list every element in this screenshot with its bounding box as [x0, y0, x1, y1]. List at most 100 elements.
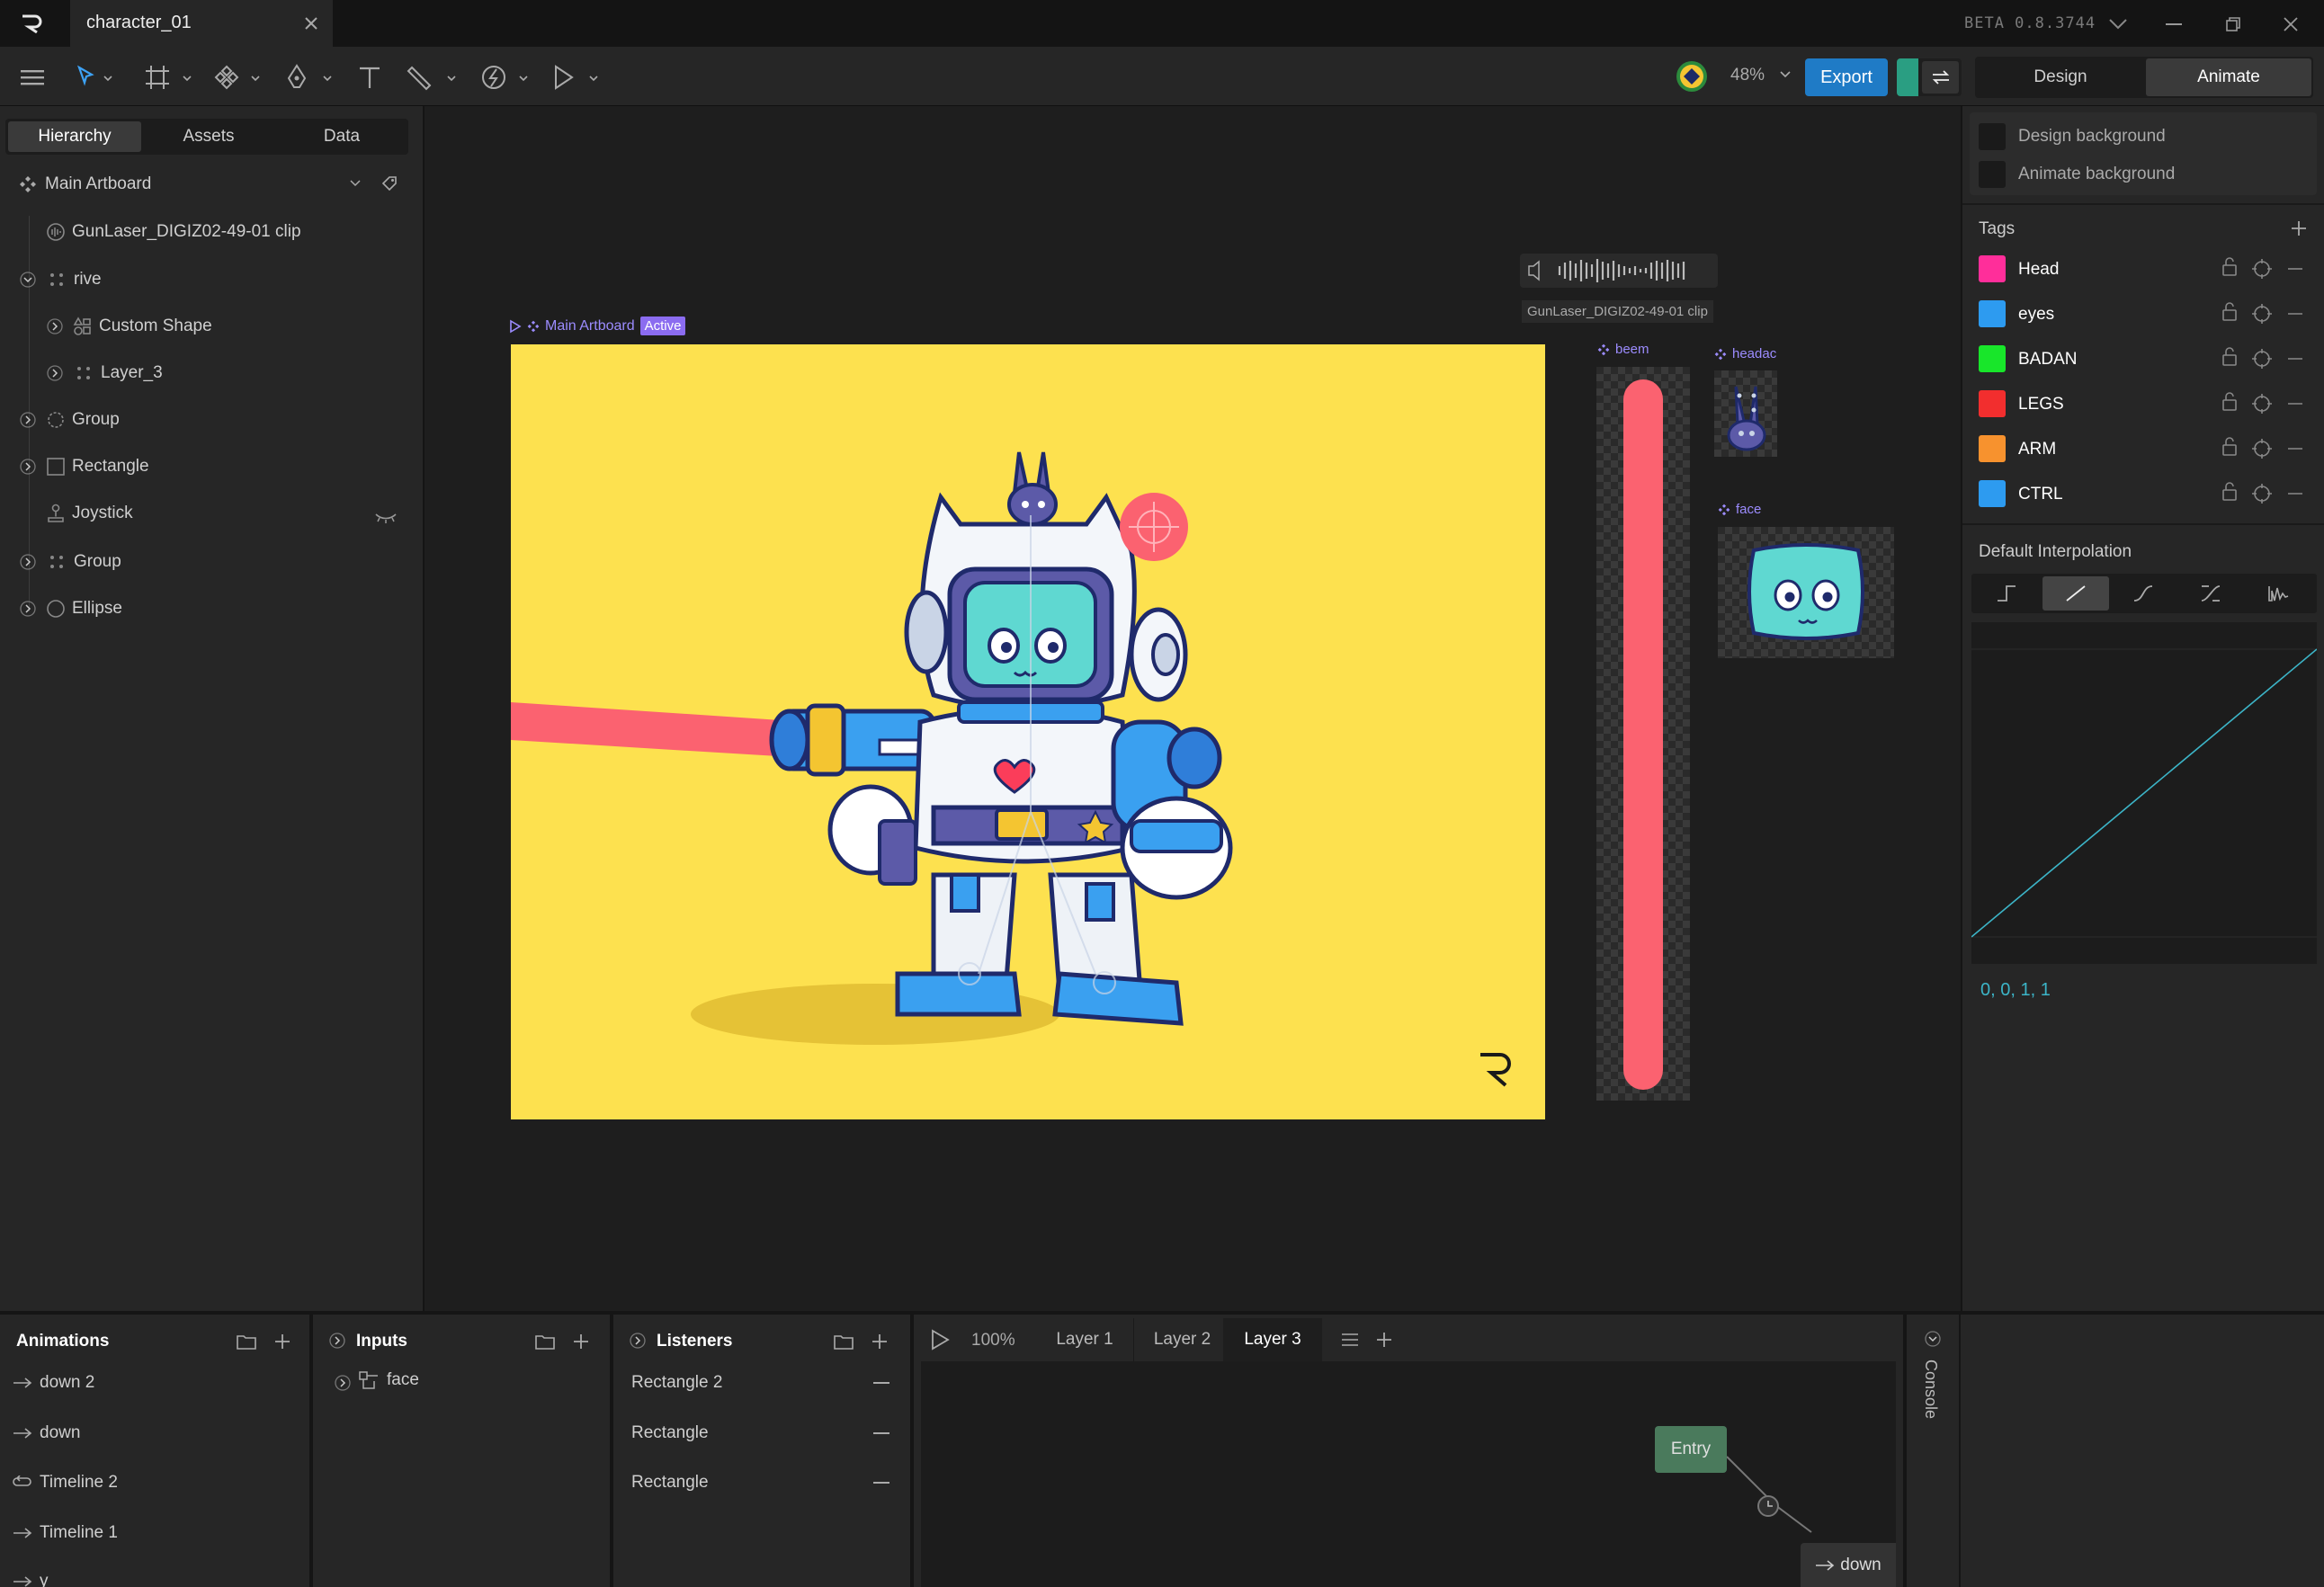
beem-artboard-label[interactable]: beem [1597, 342, 1649, 357]
constraint-tool-icon[interactable] [480, 63, 534, 92]
console-toggle-icon[interactable] [1923, 1329, 1943, 1349]
folder-icon[interactable] [831, 1331, 856, 1352]
tag-name[interactable]: ARM [2018, 440, 2056, 459]
play-state-machine-icon[interactable] [926, 1327, 953, 1352]
tag-name[interactable]: Head [2018, 260, 2059, 280]
listener-item[interactable]: Rectangle [631, 1473, 709, 1493]
tree-item-custom-shape[interactable]: Custom Shape [72, 313, 212, 340]
tag-name[interactable]: CTRL [2018, 485, 2063, 504]
tree-item-layer-3[interactable]: Layer_3 [74, 360, 163, 387]
layer-tab[interactable]: Layer 1 [1036, 1318, 1133, 1361]
state-graph[interactable]: Entry down [921, 1361, 1896, 1587]
tag-name[interactable]: LEGS [2018, 395, 2064, 415]
tag-color-swatch[interactable] [1979, 390, 2006, 417]
artboard-selector[interactable]: Main Artboard [45, 174, 151, 194]
export-button[interactable]: Export [1805, 58, 1888, 96]
play-artboard-icon[interactable] [509, 319, 522, 334]
animate-mode-tab[interactable]: Animate [2146, 58, 2311, 96]
tree-item-group-2[interactable]: Group [47, 548, 121, 575]
tag-color-swatch[interactable] [1979, 435, 2006, 462]
tree-item-rectangle[interactable]: Rectangle [45, 453, 149, 480]
folder-icon[interactable] [234, 1331, 259, 1352]
zoom-level[interactable]: 48% [1730, 66, 1765, 85]
add-tag-icon[interactable] [2288, 218, 2310, 239]
minimize-icon[interactable] [2159, 11, 2189, 38]
avatar[interactable] [1675, 59, 1709, 94]
expand-chevron-icon[interactable] [18, 457, 38, 477]
tab-data[interactable]: Data [277, 121, 407, 152]
elastic-interpolation-icon[interactable] [2245, 576, 2311, 611]
tag-icon[interactable] [378, 173, 401, 194]
headac-artboard[interactable] [1714, 370, 1777, 457]
tag-color-swatch[interactable] [1979, 255, 2006, 282]
expand-chevron-icon[interactable] [18, 410, 38, 430]
down-state-node[interactable]: down [1801, 1543, 1896, 1587]
design-mode-tab[interactable]: Design [1977, 58, 2144, 96]
layer-tab-active[interactable]: Layer 3 [1223, 1318, 1322, 1361]
chevron-down-icon[interactable] [2105, 13, 2132, 36]
animation-item[interactable]: down [13, 1420, 80, 1447]
layer-tab[interactable]: Layer 2 [1133, 1318, 1230, 1361]
play-tool-icon[interactable] [550, 63, 604, 92]
face-artboard[interactable] [1718, 527, 1894, 658]
file-tab[interactable]: character_01 [70, 0, 333, 47]
artboard-chevron-icon[interactable] [347, 176, 363, 191]
tag-name[interactable]: BADAN [2018, 350, 2077, 370]
animation-item[interactable]: Timeline 2 [13, 1469, 118, 1496]
tree-item-rive[interactable]: rive [47, 266, 102, 293]
tag-color-swatch[interactable] [1979, 345, 2006, 372]
expand-chevron-icon[interactable] [327, 1331, 347, 1351]
add-input-icon[interactable] [570, 1331, 592, 1352]
state-machine-zoom[interactable]: 100% [971, 1331, 1015, 1351]
pen-tool-icon[interactable] [284, 63, 335, 92]
linear-interpolation-icon[interactable] [2042, 576, 2109, 611]
cubic-interpolation-icon[interactable] [2110, 576, 2177, 611]
curve-editor[interactable] [1971, 622, 2317, 964]
console-panel[interactable] [1907, 1315, 1959, 1587]
select-tool-icon[interactable] [74, 63, 119, 92]
text-tool-icon[interactable] [354, 63, 385, 92]
tab-assets[interactable]: Assets [146, 121, 272, 152]
add-layer-icon[interactable] [1372, 1329, 1396, 1351]
rive-logo-icon[interactable] [18, 11, 47, 36]
expand-chevron-icon[interactable] [333, 1373, 353, 1393]
collapse-chevron-icon[interactable] [18, 270, 38, 290]
expand-chevron-icon[interactable] [45, 317, 65, 336]
swap-toggle[interactable] [1897, 58, 1962, 96]
entry-state-node[interactable]: Entry [1655, 1426, 1727, 1473]
hidden-eye-icon[interactable] [372, 509, 399, 525]
animation-item[interactable]: down 2 [13, 1369, 94, 1396]
tag-color-swatch[interactable] [1979, 480, 2006, 507]
add-animation-icon[interactable] [272, 1331, 293, 1352]
expand-chevron-icon[interactable] [18, 599, 38, 619]
tree-item-ellipse[interactable]: Ellipse [45, 595, 122, 622]
remove-listener-icon[interactable] [871, 1424, 892, 1442]
component-tool-icon[interactable] [214, 63, 264, 92]
add-listener-icon[interactable] [869, 1331, 890, 1352]
listener-item[interactable]: Rectangle 2 [631, 1373, 722, 1393]
close-tab-icon[interactable] [300, 13, 322, 34]
animation-item[interactable]: Timeline 1 [13, 1520, 118, 1547]
remove-listener-icon[interactable] [871, 1474, 892, 1492]
zoom-chevron-icon[interactable] [1777, 68, 1793, 81]
headac-artboard-label[interactable]: headac [1714, 346, 1776, 361]
bone-tool-icon[interactable] [407, 63, 462, 92]
tree-item-audio-clip[interactable]: GunLaser_DIGIZ02-49-01 clip [45, 218, 301, 245]
animate-bg-swatch[interactable] [1979, 161, 2006, 188]
input-item[interactable]: face [358, 1370, 419, 1390]
artboard-label[interactable]: Main Artboard Active [509, 317, 686, 335]
tag-name[interactable]: eyes [2018, 305, 2054, 325]
tree-item-group[interactable]: Group [45, 406, 120, 433]
menu-icon[interactable] [16, 63, 49, 92]
expand-chevron-icon[interactable] [18, 552, 38, 572]
main-artboard[interactable] [511, 344, 1545, 1119]
artboard-tool-icon[interactable] [144, 63, 194, 92]
beem-artboard[interactable] [1596, 367, 1690, 1101]
expand-chevron-icon[interactable] [628, 1331, 648, 1351]
folder-icon[interactable] [532, 1331, 558, 1352]
tab-hierarchy[interactable]: Hierarchy [8, 121, 141, 152]
design-bg-swatch[interactable] [1979, 123, 2006, 150]
remove-listener-icon[interactable] [871, 1374, 892, 1392]
tag-color-swatch[interactable] [1979, 300, 2006, 327]
animation-item[interactable]: y [13, 1568, 49, 1587]
